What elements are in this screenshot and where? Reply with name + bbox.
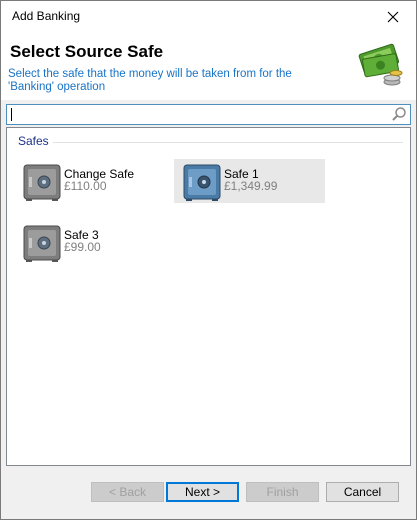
blue-safe-icon xyxy=(183,164,221,201)
grey-safe-icon xyxy=(23,164,61,201)
safe-amount: £1,349.99 xyxy=(224,179,278,193)
text-caret xyxy=(11,108,12,121)
safe-tile-safe-1[interactable]: Safe 1 £1,349.99 xyxy=(174,159,325,203)
next-button[interactable]: Next > xyxy=(166,482,239,502)
cancel-button[interactable]: Cancel xyxy=(326,482,399,502)
add-banking-dialog: Add Banking Select Source Safe Select th… xyxy=(0,0,417,520)
close-icon xyxy=(387,11,399,22)
safe-amount: £110.00 xyxy=(64,179,107,193)
finish-button[interactable]: Finish xyxy=(246,482,319,502)
group-divider xyxy=(53,142,403,143)
title-bar: Add Banking xyxy=(1,1,416,32)
safe-amount: £99.00 xyxy=(64,240,101,254)
safe-tile-safe-3[interactable]: Safe 3 £99.00 xyxy=(14,220,156,264)
safe-tile-change-safe[interactable]: Change Safe £110.00 xyxy=(14,159,156,203)
close-button[interactable] xyxy=(370,1,416,32)
window-title: Add Banking xyxy=(12,9,81,23)
search-input[interactable] xyxy=(6,104,411,125)
cash-money-icon xyxy=(358,43,403,86)
search-icon[interactable] xyxy=(391,106,407,122)
grey-safe-icon xyxy=(23,225,61,262)
page-title: Select Source Safe xyxy=(10,42,164,61)
safes-list: Safes Change Safe £110.00 Safe 1 £1,349.… xyxy=(6,127,411,466)
wizard-header: Select Source Safe Select the safe that … xyxy=(1,32,416,100)
page-description: Select the safe that the money will be t… xyxy=(8,68,292,93)
back-button[interactable]: < Back xyxy=(91,482,164,502)
group-header-safes: Safes xyxy=(18,134,49,148)
